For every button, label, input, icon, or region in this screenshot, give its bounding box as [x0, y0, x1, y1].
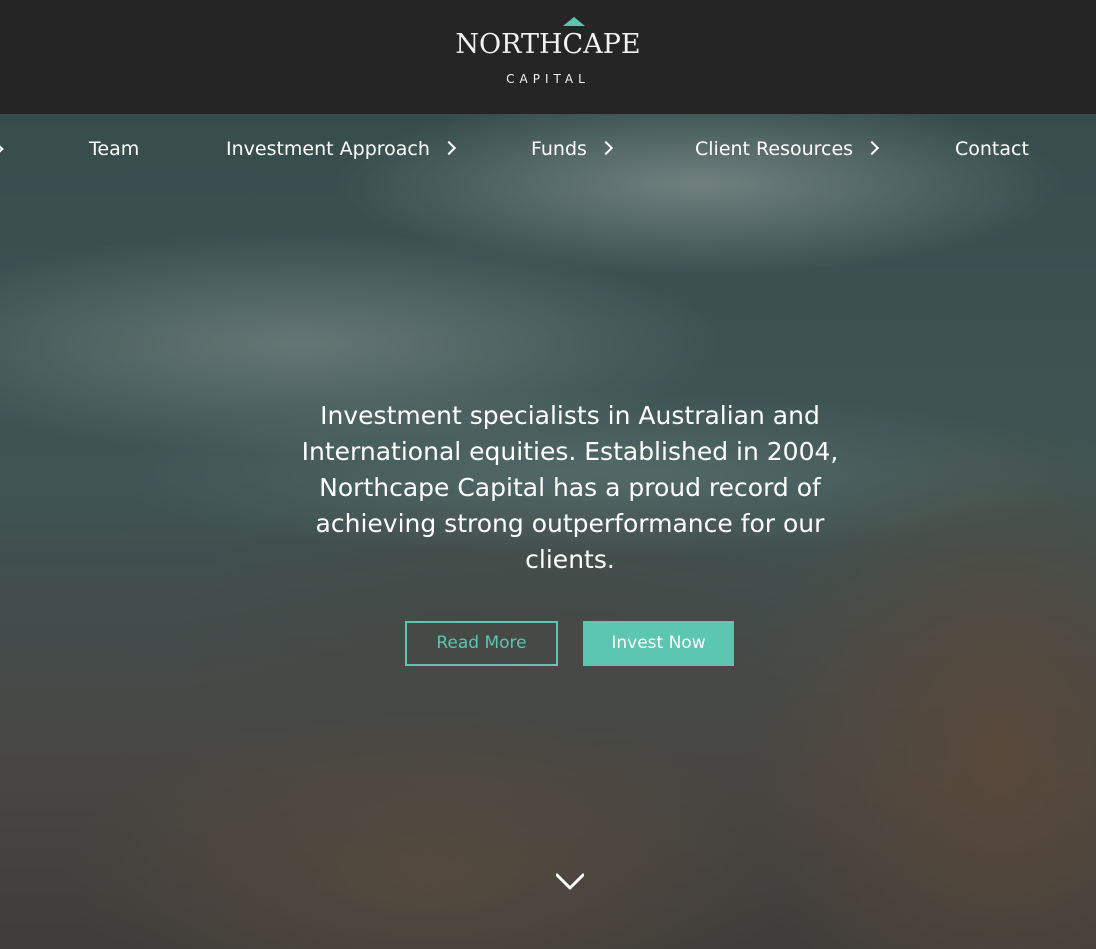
- chevron-right-icon[interactable]: [0, 143, 4, 155]
- hero-section: Team Investment Approach Funds Client Re…: [0, 114, 1096, 949]
- nav-item-label: Funds: [531, 138, 587, 160]
- brand-sub: CAPITAL: [506, 72, 590, 86]
- nav-item-label: Client Resources: [695, 138, 854, 160]
- nav-item-contact[interactable]: Contact: [955, 134, 1029, 164]
- nav-item-funds[interactable]: Funds: [531, 134, 614, 164]
- nav-item-label: Investment Approach: [226, 138, 430, 160]
- nav-item-label: Team: [89, 138, 140, 160]
- nav-item-team[interactable]: Team: [89, 134, 139, 164]
- read-more-button[interactable]: Read More: [405, 621, 558, 666]
- invest-now-button[interactable]: Invest Now: [583, 621, 734, 666]
- chevron-down-icon[interactable]: [556, 872, 584, 900]
- site-header: NORTHCAPE CAPITAL: [0, 0, 1096, 114]
- mountain-icon: [563, 17, 585, 26]
- chevron-right-icon: [598, 140, 614, 156]
- nav-item-label: Contact: [955, 138, 1029, 160]
- chevron-right-icon: [865, 140, 880, 156]
- main-nav: Team Investment Approach Funds Client Re…: [0, 114, 1096, 184]
- brand-name: NORTHCAPE: [455, 29, 641, 60]
- nav-item-client-resources[interactable]: Client Resources: [695, 134, 880, 164]
- nav-item-investment-approach[interactable]: Investment Approach: [226, 134, 457, 164]
- chevron-right-icon: [441, 140, 457, 156]
- hero-tagline: Investment specialists in Australian and…: [301, 401, 839, 574]
